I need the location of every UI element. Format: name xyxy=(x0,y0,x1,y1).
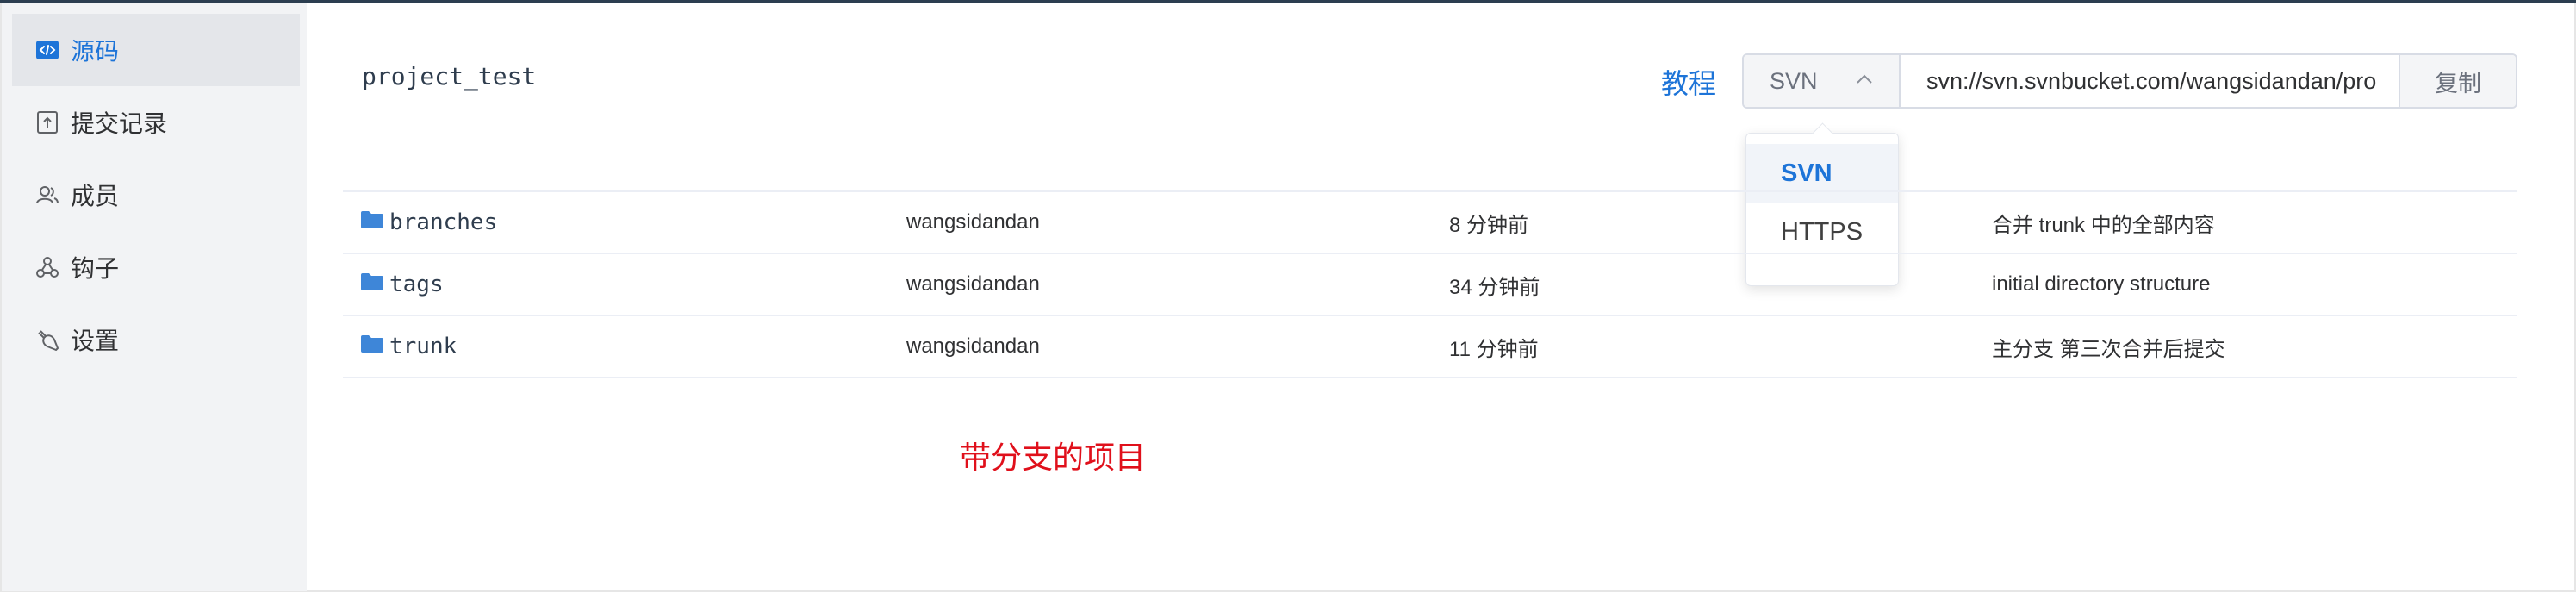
sidebar-item-settings[interactable]: 设置 xyxy=(12,303,300,376)
sidebar-item-label: 源码 xyxy=(71,38,120,65)
table-row: branches wangsidandan 8 分钟前 合并 trunk 中的全… xyxy=(343,190,2517,253)
file-name: tags xyxy=(389,272,444,297)
sidebar-item-label: 钩子 xyxy=(71,255,120,282)
sidebar-item-commits[interactable]: 提交记录 xyxy=(12,86,300,159)
commit-message-cell: 合并 trunk 中的全部内容 xyxy=(1992,213,2215,237)
annotation-caption: 带分支的项目 xyxy=(960,440,1147,475)
time-cell: 34 分钟前 xyxy=(1449,275,1540,299)
author-cell: wangsidandan xyxy=(906,334,1040,358)
file-name: trunk xyxy=(389,334,457,359)
commit-message-cell: 主分支 第三次合并后提交 xyxy=(1992,337,2225,361)
sidebar-item-label: 设置 xyxy=(71,328,120,354)
time-cell: 11 分钟前 xyxy=(1449,337,1539,361)
file-name-cell[interactable]: branches xyxy=(360,192,497,253)
folder-icon xyxy=(360,334,384,359)
table-row: tags wangsidandan 34 分钟前 initial directo… xyxy=(343,253,2517,315)
table-row: trunk wangsidandan 11 分钟前 主分支 第三次合并后提交 xyxy=(343,315,2517,378)
file-name-cell[interactable]: tags xyxy=(360,254,444,315)
author-cell: wangsidandan xyxy=(906,272,1040,296)
sidebar-item-label: 提交记录 xyxy=(71,110,168,137)
protocol-select-value: SVN xyxy=(1770,67,1818,94)
copy-button[interactable]: 复制 xyxy=(2399,55,2516,107)
sidebar-item-source[interactable]: 源码 xyxy=(12,14,300,86)
commit-history-icon xyxy=(34,109,60,135)
protocol-select[interactable]: SVN xyxy=(1744,55,1901,107)
clone-url-group: SVN 复制 xyxy=(1742,53,2517,109)
sidebar-item-label: 成员 xyxy=(71,183,120,209)
clone-url-input[interactable] xyxy=(1901,55,2399,107)
folder-icon xyxy=(360,210,384,235)
author-cell: wangsidandan xyxy=(906,210,1040,234)
members-icon xyxy=(34,182,60,208)
file-name: branches xyxy=(389,209,498,235)
tutorial-link[interactable]: 教程 xyxy=(1661,62,1716,102)
chevron-up-icon xyxy=(1856,73,1873,89)
file-table: branches wangsidandan 8 分钟前 合并 trunk 中的全… xyxy=(343,190,2517,378)
commit-message-cell: initial directory structure xyxy=(1992,272,2211,296)
folder-icon xyxy=(360,272,384,297)
webhook-icon xyxy=(34,254,60,280)
code-icon xyxy=(34,37,60,63)
time-cell: 8 分钟前 xyxy=(1449,213,1529,237)
sidebar-item-hooks[interactable]: 钩子 xyxy=(12,231,300,303)
settings-icon xyxy=(34,327,60,353)
file-name-cell[interactable]: trunk xyxy=(360,316,457,377)
project-title: project_test xyxy=(362,62,537,91)
sidebar-item-members[interactable]: 成员 xyxy=(12,159,300,231)
sidebar: 源码 提交记录 成员 钩子 设置 xyxy=(2,3,307,591)
